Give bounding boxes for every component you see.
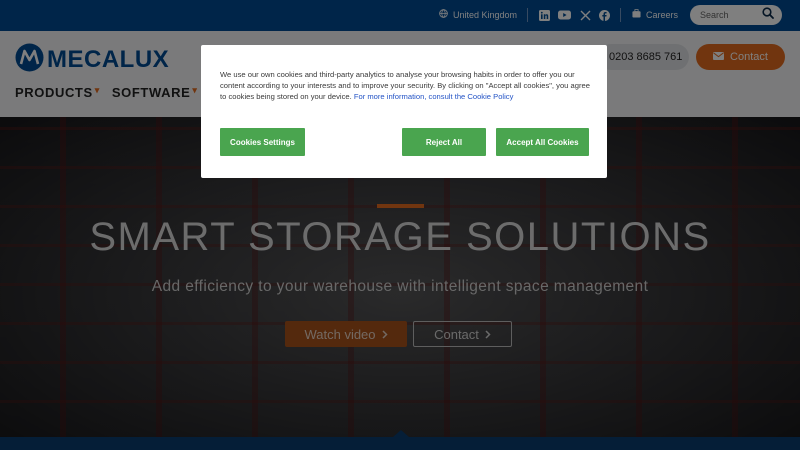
reject-all-button[interactable]: Reject All [402,128,486,156]
cookies-settings-button[interactable]: Cookies Settings [220,128,305,156]
cookie-policy-link[interactable]: For more information, consult the Cookie… [354,92,514,101]
cookie-consent-dialog: We use our own cookies and third-party a… [201,45,607,178]
accept-all-cookies-button[interactable]: Accept All Cookies [496,128,589,156]
cookie-text: We use our own cookies and third-party a… [220,69,592,102]
